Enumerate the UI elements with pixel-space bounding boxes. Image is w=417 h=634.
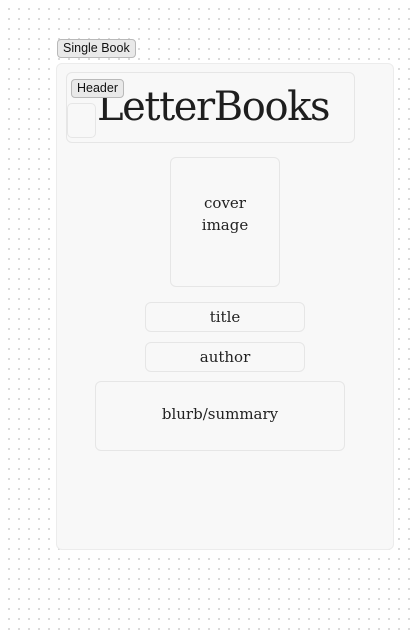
cover-image-label: cover image [201,194,249,234]
logo-placeholder-icon [67,103,96,138]
cover-image-placeholder[interactable]: cover image [170,157,280,287]
book-author-field[interactable]: author [145,342,305,372]
frame-label-single-book[interactable]: Single Book [57,39,136,58]
frame-label-header[interactable]: Header [71,79,124,98]
book-title-field[interactable]: title [145,302,305,332]
site-title: LetterBooks [97,84,331,130]
book-blurb-field[interactable]: blurb/summary [95,381,345,451]
